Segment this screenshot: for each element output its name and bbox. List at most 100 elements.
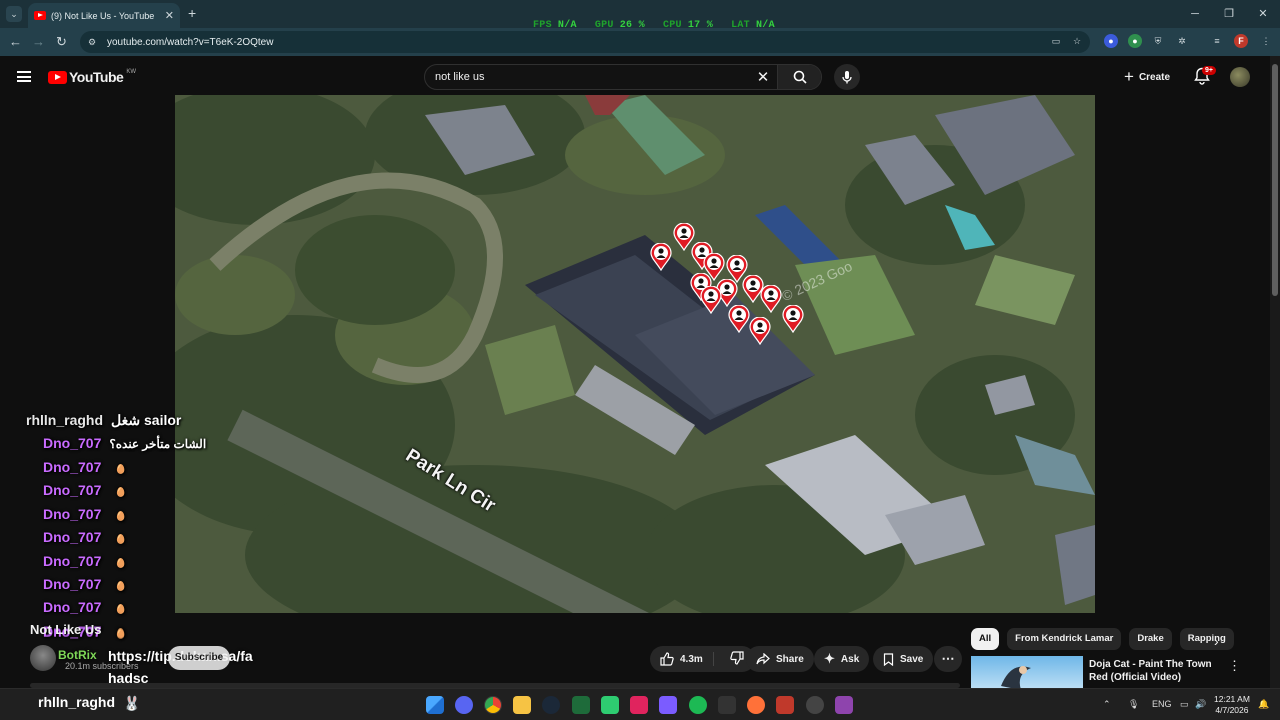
media-app-icon[interactable] xyxy=(659,696,677,714)
account-avatar[interactable] xyxy=(1230,67,1250,87)
site-info-icon[interactable]: ⚙ xyxy=(88,37,100,48)
location-pin-icon xyxy=(728,305,750,333)
file-explorer-icon[interactable] xyxy=(513,696,531,714)
location-pin-icon xyxy=(782,305,804,333)
youtube-logo[interactable]: YouTube KW xyxy=(48,69,136,85)
channel-name[interactable]: BotRix xyxy=(58,648,97,662)
page-scrollbar[interactable] xyxy=(1270,56,1280,688)
chrome-icon[interactable] xyxy=(484,696,502,714)
recommendation-thumbnail[interactable] xyxy=(971,656,1083,690)
extension-1-icon[interactable]: ● xyxy=(1104,34,1118,48)
notification-badge: 9+ xyxy=(1202,66,1216,75)
tray-mic-icon[interactable]: 🎙 xyxy=(1128,699,1139,710)
spotify-icon[interactable] xyxy=(689,696,707,714)
obs-icon[interactable] xyxy=(806,696,824,714)
volume-icon[interactable]: 🔊 xyxy=(1195,699,1206,710)
chat-message: rhlln_raghd شغل sailor xyxy=(26,412,182,428)
chat-message: Dno_707 🥚 xyxy=(43,529,127,545)
recommendation-title[interactable]: Doja Cat - Paint The Town Red (Official … xyxy=(1089,658,1229,684)
chip-drake[interactable]: Drake xyxy=(1129,628,1172,650)
terminal-icon[interactable] xyxy=(718,696,736,714)
plus-icon: + xyxy=(1124,67,1134,86)
editor-app-icon[interactable] xyxy=(835,696,853,714)
new-tab-icon[interactable]: + xyxy=(188,5,196,21)
restore-icon[interactable]: ❐ xyxy=(1212,0,1246,28)
microphone-icon xyxy=(842,71,852,84)
search-box[interactable]: not like us ✕ xyxy=(424,64,822,90)
profile-icon[interactable]: F xyxy=(1234,34,1248,48)
address-bar[interactable]: ⚙ youtube.com/watch?v=T6eK-2OQtew xyxy=(80,31,1090,53)
chip-from-kendrick-lamar[interactable]: From Kendrick Lamar xyxy=(1007,628,1122,650)
browser-tab[interactable]: (9) Not Like Us - YouTube ✕ xyxy=(28,3,180,28)
thumbs-up-icon xyxy=(660,652,674,666)
thumbs-down-icon xyxy=(730,650,744,665)
window-controls: ─ ❐ ✕ xyxy=(1178,0,1280,28)
chat-message: Dno_707 الشات متأخر عنده؟ xyxy=(43,435,207,451)
bookmark-star-icon[interactable]: ☆ xyxy=(1070,34,1084,48)
voice-search-button[interactable] xyxy=(834,64,860,90)
youtube-header: YouTube KW not like us ✕ + Create xyxy=(0,56,1270,96)
firefox-icon[interactable] xyxy=(747,696,765,714)
tray-overflow-icon[interactable]: ⌃ xyxy=(1103,699,1111,710)
forward-icon[interactable]: → xyxy=(32,34,45,49)
share-button[interactable]: Share xyxy=(746,646,814,672)
cast-icon[interactable]: ▭ xyxy=(1049,34,1063,48)
record-app-icon[interactable] xyxy=(776,696,794,714)
tab-search-icon[interactable]: ⌄ xyxy=(6,6,22,22)
chat-message: Dno_707 🥚 xyxy=(43,553,127,569)
reload-icon[interactable]: ↻ xyxy=(56,34,67,50)
start-windows-icon[interactable] xyxy=(426,696,444,714)
hamburger-menu-icon[interactable] xyxy=(17,71,31,82)
location-pin-icon xyxy=(749,317,771,345)
more-horizontal-icon: ⋯ xyxy=(941,651,955,666)
country-code: KW xyxy=(126,69,136,75)
chevron-right-icon[interactable]: › xyxy=(1214,633,1219,649)
location-pin-icon xyxy=(700,286,722,314)
xbox-app-icon[interactable] xyxy=(572,696,590,714)
search-input[interactable]: not like us xyxy=(435,71,749,83)
android-app-icon[interactable] xyxy=(601,696,619,714)
channel-avatar[interactable] xyxy=(30,645,56,671)
subscribe-button[interactable]: Subscribe xyxy=(168,646,230,670)
clock-time: 12:21 AM xyxy=(1214,694,1250,704)
clear-search-icon[interactable]: ✕ xyxy=(749,68,777,86)
video-title: Not Like Us xyxy=(30,622,102,637)
window-close-icon[interactable]: ✕ xyxy=(1246,0,1280,28)
location-pin-icon xyxy=(760,285,782,313)
system-clock[interactable]: 12:21 AM 4/7/2026 xyxy=(1214,694,1250,716)
language-indicator[interactable]: ENG xyxy=(1152,699,1172,709)
network-icon[interactable]: ▭ xyxy=(1180,699,1189,710)
discord-icon[interactable] xyxy=(455,696,473,714)
dislike-button[interactable] xyxy=(720,650,744,668)
chip-rapping[interactable]: Rapping xyxy=(1179,628,1234,650)
shield-extension-icon[interactable]: ⛨ xyxy=(1151,34,1165,48)
browser-menu-icon[interactable]: ⋮ xyxy=(1259,34,1273,48)
recommendation-menu-icon[interactable]: ⋮ xyxy=(1228,658,1241,674)
back-icon[interactable]: ← xyxy=(9,34,22,49)
chat-message: Dno_707 🥚 xyxy=(43,576,127,592)
chat-message: Dno_707 🥚 xyxy=(43,459,127,475)
chip-all[interactable]: All xyxy=(971,628,1000,650)
scrollbar-thumb[interactable] xyxy=(1272,64,1278,296)
extension-2-icon[interactable]: ● xyxy=(1128,34,1142,48)
steam-icon[interactable] xyxy=(542,696,560,714)
chat-message: Dno_707 🥚 xyxy=(43,506,127,522)
tab-close-icon[interactable]: ✕ xyxy=(165,9,174,22)
like-button[interactable]: 4.3m xyxy=(660,652,714,666)
save-button[interactable]: Save xyxy=(873,646,934,672)
search-icon xyxy=(793,70,807,84)
sparkle-icon: ✦ xyxy=(824,651,835,666)
url-text: youtube.com/watch?v=T6eK-2OQtew xyxy=(107,36,274,48)
media-control-icon[interactable]: ≡ xyxy=(1210,34,1224,48)
video-player[interactable]: © 2023 Goo Park Ln Cir xyxy=(175,95,1095,613)
search-button[interactable] xyxy=(777,65,821,89)
notification-center-icon[interactable]: 🔔 xyxy=(1258,699,1269,710)
chat-message: Dno_707 🥚 xyxy=(43,482,127,498)
create-button[interactable]: + Create xyxy=(1124,66,1170,88)
minimize-icon[interactable]: ─ xyxy=(1178,0,1212,28)
more-actions-button[interactable]: ⋯ xyxy=(934,646,962,672)
related-filter-chips: All From Kendrick Lamar Drake Rapping xyxy=(971,628,1234,650)
ask-button[interactable]: ✦ Ask xyxy=(814,646,870,672)
extensions-puzzle-icon[interactable]: ✲ xyxy=(1175,34,1189,48)
adobe-app-icon[interactable] xyxy=(630,696,648,714)
